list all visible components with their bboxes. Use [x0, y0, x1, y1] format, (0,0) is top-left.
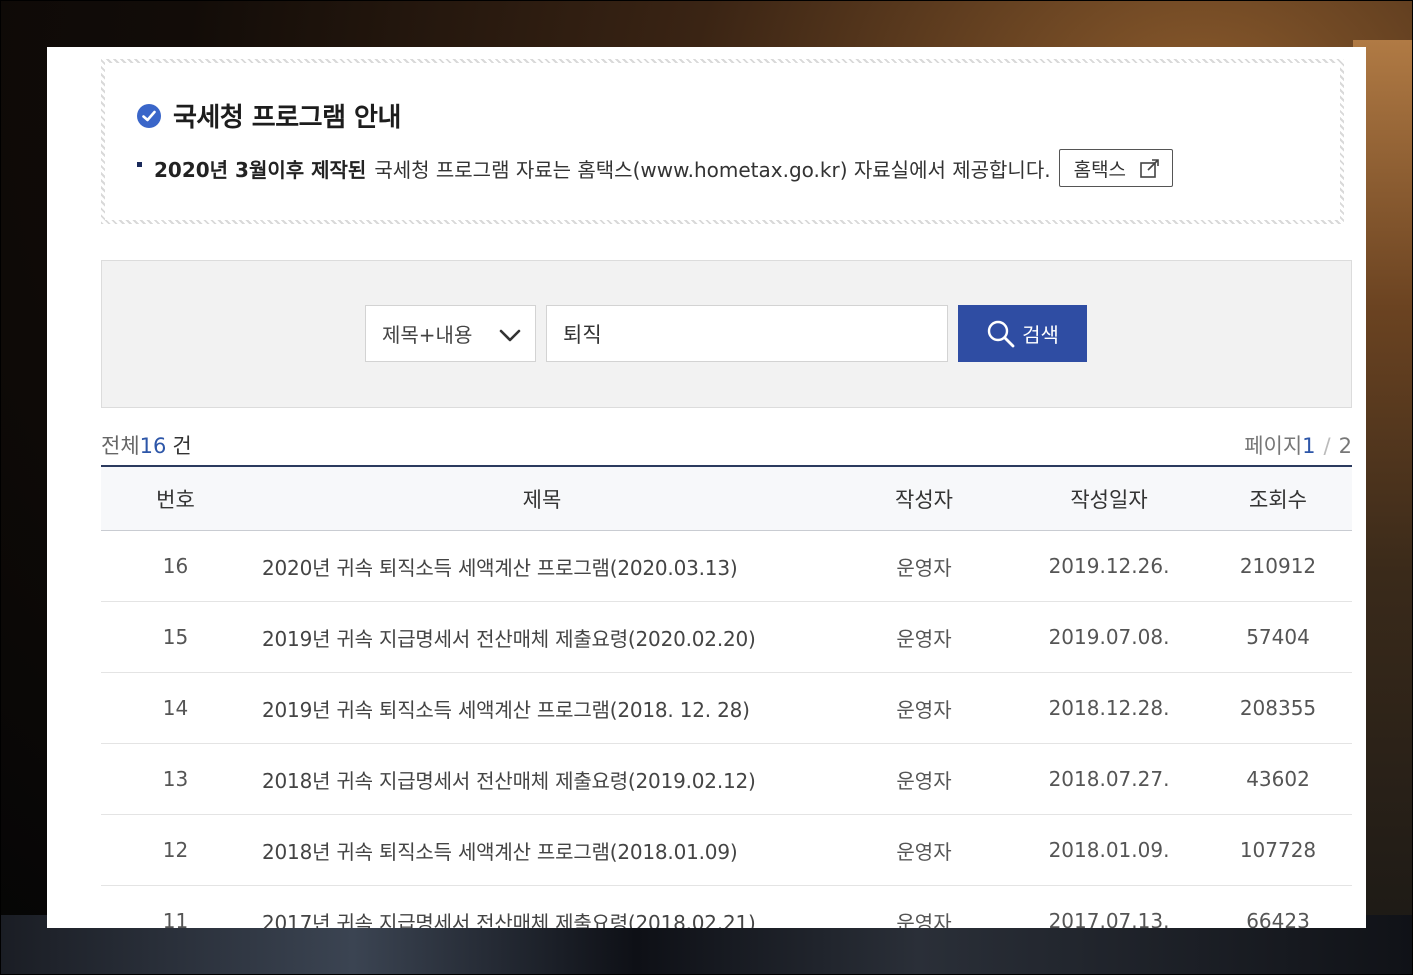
row-title-link[interactable]: 2017년 귀속 지급명세서 전산매체 제출요령(2018.02.21) — [250, 907, 834, 929]
table-header: 번호 제목 작성자 작성일자 조회수 — [101, 467, 1352, 531]
row-views: 208355 — [1239, 696, 1317, 720]
page-indicator: 페이지1 / 2 — [1244, 430, 1352, 460]
row-date: 2018.12.28. — [1048, 696, 1170, 720]
header-title: 제목 — [522, 487, 562, 512]
total-count: 전체16 건 — [101, 430, 192, 460]
row-author: 운영자 — [896, 555, 952, 580]
search-area: 제목+내용 검색 — [101, 260, 1352, 408]
program-notice-box: 국세청 프로그램 안내 2020년 3월이후 제작된 국세청 프로그램 자료는 … — [101, 59, 1344, 224]
row-views: 66423 — [1246, 909, 1310, 928]
current-page: 1 — [1302, 434, 1316, 458]
row-number: 11 — [162, 909, 189, 928]
search-type-select[interactable]: 제목+내용 — [365, 305, 536, 362]
row-date: 2018.07.27. — [1048, 767, 1170, 791]
table-row: 15 2019년 귀속 지급명세서 전산매체 제출요령(2020.02.20) … — [101, 602, 1352, 673]
notice-title-text: 국세청 프로그램 안내 — [173, 103, 401, 133]
notice-title: 국세청 프로그램 안내 — [137, 97, 401, 134]
row-number: 15 — [162, 625, 189, 649]
row-views: 210912 — [1239, 554, 1317, 578]
row-views: 107728 — [1239, 838, 1317, 862]
row-date: 2018.01.09. — [1048, 838, 1170, 862]
row-title-link[interactable]: 2019년 귀속 퇴직소득 세액계산 프로그램(2018. 12. 28) — [250, 694, 834, 723]
page-separator: / — [1323, 434, 1331, 458]
bullet-icon — [137, 161, 142, 167]
check-circle-icon — [137, 103, 161, 128]
search-button-label: 검색 — [1022, 323, 1059, 347]
search-input[interactable] — [546, 305, 948, 362]
external-link-icon — [1140, 158, 1160, 178]
table-row: 11 2017년 귀속 지급명세서 전산매체 제출요령(2018.02.21) … — [101, 886, 1352, 928]
row-author: 운영자 — [896, 626, 952, 651]
chevron-down-icon — [499, 324, 521, 348]
row-title-link[interactable]: 2019년 귀속 지급명세서 전산매체 제출요령(2020.02.20) — [250, 623, 834, 652]
row-author: 운영자 — [896, 768, 952, 793]
row-views: 57404 — [1246, 625, 1310, 649]
row-number: 16 — [162, 554, 189, 578]
result-summary: 전체16 건 페이지1 / 2 — [101, 430, 1352, 467]
row-author: 운영자 — [896, 697, 952, 722]
row-title-link[interactable]: 2018년 귀속 지급명세서 전산매체 제출요령(2019.02.12) — [250, 765, 834, 794]
row-author: 운영자 — [896, 910, 952, 929]
row-date: 2019.12.26. — [1048, 554, 1170, 578]
table-row: 16 2020년 귀속 퇴직소득 세액계산 프로그램(2020.03.13) 운… — [101, 531, 1352, 602]
total-label: 전체 — [101, 434, 140, 458]
row-title-link[interactable]: 2018년 귀속 퇴직소득 세액계산 프로그램(2018.01.09) — [250, 836, 834, 865]
row-number: 13 — [162, 767, 189, 791]
row-title-link[interactable]: 2020년 귀속 퇴직소득 세액계산 프로그램(2020.03.13) — [250, 552, 834, 581]
total-number: 16 — [139, 434, 167, 458]
row-number: 12 — [162, 838, 189, 862]
notice-strong-text: 2020년 3월이후 제작된 — [154, 157, 367, 182]
search-button[interactable]: 검색 — [958, 305, 1087, 362]
search-icon — [986, 319, 1016, 349]
content-panel: 국세청 프로그램 안내 2020년 3월이후 제작된 국세청 프로그램 자료는 … — [47, 47, 1366, 928]
total-pages: 2 — [1338, 434, 1352, 458]
row-views: 43602 — [1246, 767, 1310, 791]
table-row: 13 2018년 귀속 지급명세서 전산매체 제출요령(2019.02.12) … — [101, 744, 1352, 815]
header-number: 번호 — [156, 487, 195, 512]
search-type-value: 제목+내용 — [382, 323, 473, 347]
hometax-link-button[interactable]: 홈택스 — [1058, 149, 1174, 187]
table-row: 12 2018년 귀속 퇴직소득 세액계산 프로그램(2018.01.09) 운… — [101, 815, 1352, 886]
header-views: 조회수 — [1249, 487, 1307, 512]
row-date: 2019.07.08. — [1048, 625, 1170, 649]
header-author: 작성자 — [895, 487, 953, 512]
row-number: 14 — [162, 696, 189, 720]
page-label: 페이지 — [1244, 434, 1303, 458]
header-date: 작성일자 — [1070, 487, 1148, 512]
total-unit: 건 — [172, 434, 192, 458]
row-date: 2017.07.13. — [1048, 909, 1170, 928]
table-row: 14 2019년 귀속 퇴직소득 세액계산 프로그램(2018. 12. 28)… — [101, 673, 1352, 744]
hometax-button-label: 홈택스 — [1073, 158, 1127, 181]
notice-text: 국세청 프로그램 자료는 홈택스(www.hometax.go.kr) 자료실에… — [374, 157, 1051, 182]
notice-description: 2020년 3월이후 제작된 국세청 프로그램 자료는 홈택스(www.home… — [137, 149, 1174, 187]
program-table: 번호 제목 작성자 작성일자 조회수 16 2020년 귀속 퇴직소득 세액계산… — [101, 467, 1352, 928]
row-author: 운영자 — [896, 839, 952, 864]
